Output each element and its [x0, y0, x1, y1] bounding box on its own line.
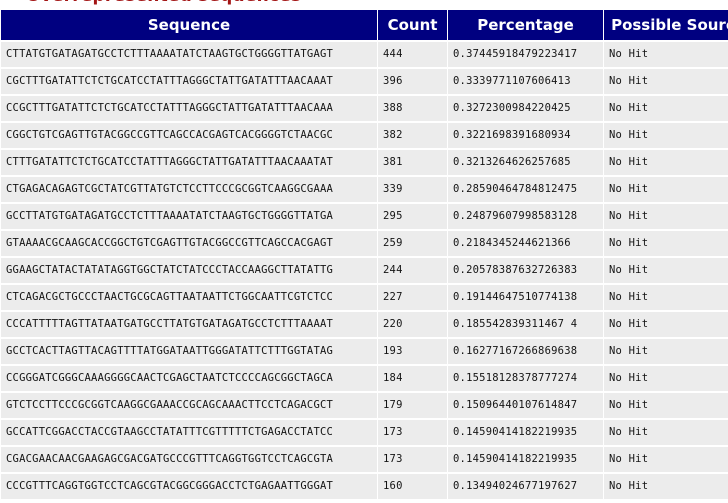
cell-count: 444: [378, 42, 447, 67]
table-row: CGGCTGTCGAGTTGTACGGCCGTTCAGCCACGAGTCACGG…: [1, 123, 728, 148]
table-row: CTCAGACGCTGCCCTAACTGCGCAGTTAATAATTCTGGCA…: [1, 285, 728, 310]
table-row: GCCTCACTTAGTTACAGTTTTATGGATAATTGGGATATTC…: [1, 339, 728, 364]
cell-possible-source: No Hit: [604, 258, 728, 283]
cell-count: 193: [378, 339, 447, 364]
cell-sequence: CTTATGTGATAGATGCCTCTTTAAAATATCTAAGTGCTGG…: [1, 42, 377, 67]
cell-percentage: 0.24879607998583128: [448, 204, 603, 229]
cell-sequence: CCCATTTTTAGTTATAATGATGCCTTATGTGATAGATGCC…: [1, 312, 377, 337]
table-row: CGCTTTGATATTCTCTGCATCCTATTTAGGGCTATTGATA…: [1, 69, 728, 94]
cell-count: 220: [378, 312, 447, 337]
cell-possible-source: No Hit: [604, 150, 728, 175]
table-row: GCCTTATGTGATAGATGCCTCTTTAAAATATCTAAGTGCT…: [1, 204, 728, 229]
cell-sequence: GTCTCCTTCCCGCGGTCAAGGCGAAACCGCAGCAAACTTC…: [1, 393, 377, 418]
cell-sequence: CCGGGATCGGGCAAAGGGGCAACTCGAGCTAATCTCCCCA…: [1, 366, 377, 391]
cell-count: 179: [378, 393, 447, 418]
table-row: CCGCTTTGATATTCTCTGCATCCTATTTAGGGCTATTGAT…: [1, 96, 728, 121]
cell-percentage: 0.13494024677197627: [448, 474, 603, 499]
cell-sequence: GCCTCACTTAGTTACAGTTTTATGGATAATTGGGATATTC…: [1, 339, 377, 364]
table-row: GGAAGCTATACTATATAGGTGGCTATCTATCCCTACCAAG…: [1, 258, 728, 283]
cell-sequence: GGAAGCTATACTATATAGGTGGCTATCTATCCCTACCAAG…: [1, 258, 377, 283]
cell-possible-source: No Hit: [604, 96, 728, 121]
table-body: CTTATGTGATAGATGCCTCTTTAAAATATCTAAGTGCTGG…: [1, 42, 728, 499]
cell-possible-source: No Hit: [604, 231, 728, 256]
cell-percentage: 0.185542839311467 4: [448, 312, 603, 337]
cell-percentage: 0.20578387632726383: [448, 258, 603, 283]
cell-sequence: GTAAAACGCAAGCACCGGCTGTCGAGTTGTACGGCCGTTC…: [1, 231, 377, 256]
cell-percentage: 0.15096440107614847: [448, 393, 603, 418]
cell-possible-source: No Hit: [604, 42, 728, 67]
cell-percentage: 0.37445918479223417: [448, 42, 603, 67]
cell-possible-source: No Hit: [604, 312, 728, 337]
cell-possible-source: No Hit: [604, 339, 728, 364]
cell-count: 259: [378, 231, 447, 256]
cell-percentage: 0.16277167266869638: [448, 339, 603, 364]
table-header: Sequence Count Percentage Possible Sourc…: [1, 10, 728, 40]
cell-count: 184: [378, 366, 447, 391]
cell-possible-source: No Hit: [604, 393, 728, 418]
cell-possible-source: No Hit: [604, 420, 728, 445]
cell-sequence: GCCATTCGGACCTACCGTAAGCCTATATTTCGTTTTTCTG…: [1, 420, 377, 445]
cell-possible-source: No Hit: [604, 285, 728, 310]
cell-count: 160: [378, 474, 447, 499]
table-row: GTAAAACGCAAGCACCGGCTGTCGAGTTGTACGGCCGTTC…: [1, 231, 728, 256]
cell-sequence: CCGCTTTGATATTCTCTGCATCCTATTTAGGGCTATTGAT…: [1, 96, 377, 121]
cell-count: 173: [378, 420, 447, 445]
column-header-sequence[interactable]: Sequence: [1, 10, 377, 40]
table-row: CCCATTTTTAGTTATAATGATGCCTTATGTGATAGATGCC…: [1, 312, 728, 337]
cell-percentage: 0.28590464784812475: [448, 177, 603, 202]
cell-sequence: CTTTGATATTCTCTGCATCCTATTTAGGGCTATTGATATT…: [1, 150, 377, 175]
column-header-percentage[interactable]: Percentage: [448, 10, 603, 40]
cell-sequence: CTGAGACAGAGTCGCTATCGTTATGTCTCCTTCCCGCGGT…: [1, 177, 377, 202]
cell-count: 295: [378, 204, 447, 229]
table-row: GCCATTCGGACCTACCGTAAGCCTATATTTCGTTTTTCTG…: [1, 420, 728, 445]
cell-percentage: 0.3213264626257685: [448, 150, 603, 175]
cell-possible-source: No Hit: [604, 204, 728, 229]
cell-sequence: CGGCTGTCGAGTTGTACGGCCGTTCAGCCACGAGTCACGG…: [1, 123, 377, 148]
cell-possible-source: No Hit: [604, 177, 728, 202]
cell-percentage: 0.2184345244621366: [448, 231, 603, 256]
table-row: CTGAGACAGAGTCGCTATCGTTATGTCTCCTTCCCGCGGT…: [1, 177, 728, 202]
cell-sequence: CGCTTTGATATTCTCTGCATCCTATTTAGGGCTATTGATA…: [1, 69, 377, 94]
cell-count: 339: [378, 177, 447, 202]
cell-sequence: GCCTTATGTGATAGATGCCTCTTTAAAATATCTAAGTGCT…: [1, 204, 377, 229]
cell-possible-source: No Hit: [604, 69, 728, 94]
cell-sequence: CGACGAACAACGAAGAGCGACGATGCCCGTTTCAGGTGGT…: [1, 447, 377, 472]
table-row: GTCTCCTTCCCGCGGTCAAGGCGAAACCGCAGCAAACTTC…: [1, 393, 728, 418]
cell-sequence: CTCAGACGCTGCCCTAACTGCGCAGTTAATAATTCTGGCA…: [1, 285, 377, 310]
cell-percentage: 0.14590414182219935: [448, 420, 603, 445]
table-row: CGACGAACAACGAAGAGCGACGATGCCCGTTTCAGGTGGT…: [1, 447, 728, 472]
column-header-count[interactable]: Count: [378, 10, 447, 40]
cell-percentage: 0.3221698391680934: [448, 123, 603, 148]
overrepresented-sequences-table: Sequence Count Percentage Possible Sour c…: [0, 8, 728, 501]
column-header-possible-source[interactable]: Possible Source: [604, 10, 728, 40]
cell-percentage: 0.3339771107606413: [448, 69, 603, 94]
table-row: CTTATGTGATAGATGCCTCTTTAAAATATCTAAGTGCTGG…: [1, 42, 728, 67]
cell-count: 227: [378, 285, 447, 310]
cell-possible-source: No Hit: [604, 447, 728, 472]
page-title: Overrepresented sequences: [26, 0, 301, 6]
table-row: CCCGTTTCAGGTGGTCCTCAGCGTACGGCGGGACCTCTGA…: [1, 474, 728, 499]
cell-possible-source: No Hit: [604, 366, 728, 391]
cell-percentage: 0.19144647510774138: [448, 285, 603, 310]
cell-sequence: CCCGTTTCAGGTGGTCCTCAGCGTACGGCGGGACCTCTGA…: [1, 474, 377, 499]
cell-percentage: 0.3272300984220425: [448, 96, 603, 121]
cell-count: 388: [378, 96, 447, 121]
cell-possible-source: No Hit: [604, 474, 728, 499]
cell-count: 244: [378, 258, 447, 283]
cell-count: 173: [378, 447, 447, 472]
table-row: CTTTGATATTCTCTGCATCCTATTTAGGGCTATTGATATT…: [1, 150, 728, 175]
cell-count: 382: [378, 123, 447, 148]
table-header-row: Sequence Count Percentage Possible Sourc…: [1, 10, 728, 40]
cell-count: 381: [378, 150, 447, 175]
overrepresented-sequences-table-container: Sequence Count Percentage Possible Sour c…: [0, 8, 728, 503]
cell-percentage: 0.15518128378777274: [448, 366, 603, 391]
cut-off-heading-strip: Overrepresented sequences: [0, 0, 728, 8]
cell-percentage: 0.14590414182219935: [448, 447, 603, 472]
cell-count: 396: [378, 69, 447, 94]
table-row: CCGGGATCGGGCAAAGGGGCAACTCGAGCTAATCTCCCCA…: [1, 366, 728, 391]
cell-possible-source: No Hit: [604, 123, 728, 148]
